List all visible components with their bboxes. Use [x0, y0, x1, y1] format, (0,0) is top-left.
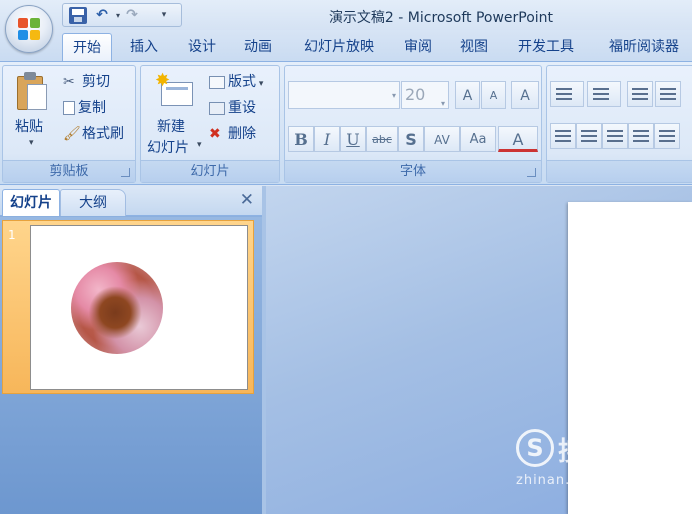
- slide-editing-area: S 搜狗指南 zhinan.sogou.com: [266, 186, 692, 514]
- bullets-button[interactable]: [550, 81, 584, 107]
- underline-button[interactable]: U: [340, 126, 366, 152]
- bullets-icon: [556, 88, 572, 103]
- decrease-indent-button[interactable]: [627, 81, 653, 107]
- columns-button[interactable]: [654, 123, 680, 149]
- clipboard-launcher-icon[interactable]: [121, 168, 130, 177]
- font-size-dropdown-icon: ▾: [440, 99, 445, 108]
- clear-formatting-button[interactable]: A: [511, 81, 539, 109]
- paragraph-group-label: [547, 160, 692, 182]
- layout-dropdown-icon: ▾: [256, 79, 264, 89]
- tab-animation[interactable]: 动画: [236, 33, 280, 61]
- paste-icon[interactable]: [17, 72, 49, 112]
- office-logo-icon: [18, 18, 40, 40]
- columns-icon: [659, 130, 675, 145]
- font-name-combobox[interactable]: ▾: [288, 81, 400, 109]
- numbering-button[interactable]: [587, 81, 621, 107]
- close-icon[interactable]: ✕: [240, 192, 254, 209]
- tab-view[interactable]: 视图: [452, 33, 496, 61]
- increase-indent-button[interactable]: [655, 81, 681, 107]
- justify-button[interactable]: [628, 123, 654, 149]
- slide-thumbnail[interactable]: [30, 225, 248, 390]
- panel-tabs: 幻灯片 大纲 ✕: [0, 186, 262, 216]
- slide-number: 1: [8, 228, 16, 242]
- tab-home[interactable]: 开始: [62, 33, 112, 61]
- align-left-icon: [555, 130, 571, 145]
- italic-button[interactable]: I: [314, 126, 340, 152]
- sogou-logo-icon: S: [516, 429, 554, 467]
- increase-indent-icon: [660, 88, 676, 103]
- reset-icon: [209, 101, 225, 115]
- align-right-icon: [607, 130, 623, 145]
- tab-developer[interactable]: 开发工具: [508, 33, 584, 61]
- clipboard-group: 粘贴 ▾ ✂ 剪切 复制 🖌格式刷 剪贴板: [2, 65, 136, 183]
- watermark-brand: 搜狗指南: [558, 437, 667, 467]
- align-center-button[interactable]: [576, 123, 602, 149]
- slides-group: ✸ 新建 幻灯片 ▾ 版式 ▾ 重设 ✖ 删除 幻灯片: [140, 65, 280, 183]
- align-center-icon: [581, 130, 597, 145]
- office-button[interactable]: [5, 5, 53, 53]
- font-launcher-icon[interactable]: [527, 168, 536, 177]
- justify-icon: [633, 130, 649, 145]
- align-left-button[interactable]: [550, 123, 576, 149]
- shrink-font-button[interactable]: A: [481, 81, 506, 109]
- grow-font-button[interactable]: A: [455, 81, 480, 109]
- tab-foxit-reader[interactable]: 福昕阅读器: [596, 33, 692, 61]
- copy-icon: [63, 101, 75, 115]
- brush-icon: 🖌: [63, 126, 81, 142]
- window-title: 演示文稿2 - Microsoft PowerPoint: [328, 10, 554, 26]
- circular-photo-image[interactable]: [71, 262, 163, 354]
- layout-button[interactable]: 版式 ▾: [209, 71, 263, 91]
- clipboard-group-label: 剪贴板: [3, 160, 135, 182]
- watermark-url: zhinan.sogou.com: [516, 473, 651, 488]
- new-slide-button-line1[interactable]: 新建: [157, 116, 185, 136]
- tab-design[interactable]: 设计: [180, 33, 224, 61]
- watermark: S 搜狗指南 zhinan.sogou.com: [516, 429, 692, 499]
- tab-review[interactable]: 审阅: [396, 33, 440, 61]
- tab-outline-panel[interactable]: 大纲: [60, 189, 126, 216]
- ribbon-tabs: 开始 插入 设计 动画 幻灯片放映 审阅 视图 开发工具 福昕阅读器: [0, 30, 692, 62]
- font-size-combobox[interactable]: 20 ▾: [401, 81, 449, 109]
- reset-button[interactable]: 重设: [209, 97, 256, 117]
- new-slide-icon[interactable]: ✸: [155, 72, 195, 108]
- delete-slide-icon: ✖: [209, 126, 221, 142]
- format-painter-button[interactable]: 🖌格式刷: [63, 123, 124, 143]
- strikethrough-button[interactable]: abc: [366, 126, 398, 152]
- font-group-label: 字体: [285, 160, 541, 182]
- align-right-button[interactable]: [602, 123, 628, 149]
- new-slide-button-line2[interactable]: 幻灯片: [147, 137, 189, 157]
- font-color-button[interactable]: A: [498, 126, 538, 152]
- ribbon: 粘贴 ▾ ✂ 剪切 复制 🖌格式刷 剪贴板 ✸ 新建 幻灯片 ▾ 版式 ▾ 重设 …: [0, 61, 692, 185]
- paragraph-group: [546, 65, 692, 183]
- layout-icon: [209, 75, 225, 89]
- change-case-button[interactable]: Aa: [460, 126, 496, 152]
- numbering-icon: [593, 88, 609, 103]
- new-slide-dropdown-icon[interactable]: ▾: [197, 140, 202, 150]
- slides-panel: 幻灯片 大纲 ✕ 1: [0, 186, 262, 514]
- decrease-indent-icon: [632, 88, 648, 103]
- character-spacing-button[interactable]: AV: [424, 126, 460, 152]
- delete-slide-button[interactable]: ✖ 删除: [209, 123, 256, 143]
- tab-insert[interactable]: 插入: [122, 33, 166, 61]
- font-name-dropdown-icon: ▾: [391, 91, 396, 100]
- scissors-icon: ✂: [63, 74, 75, 90]
- text-shadow-button[interactable]: S: [398, 126, 424, 152]
- paste-dropdown-icon[interactable]: ▾: [29, 138, 34, 148]
- title-bar: ↶ ▾ ↷ ▾ 演示文稿2 - Microsoft PowerPoint: [0, 0, 692, 34]
- font-group: ▾ 20 ▾ A A A B I U abc S AV Aa A 字体: [284, 65, 542, 183]
- tab-slideshow[interactable]: 幻灯片放映: [294, 33, 384, 61]
- slides-group-label: 幻灯片: [141, 160, 279, 182]
- bold-button[interactable]: B: [288, 126, 314, 152]
- cut-button[interactable]: ✂ 剪切: [63, 71, 110, 91]
- tab-slides-panel[interactable]: 幻灯片: [2, 189, 60, 216]
- copy-button[interactable]: 复制: [63, 97, 106, 117]
- paste-button[interactable]: 粘贴: [15, 116, 43, 136]
